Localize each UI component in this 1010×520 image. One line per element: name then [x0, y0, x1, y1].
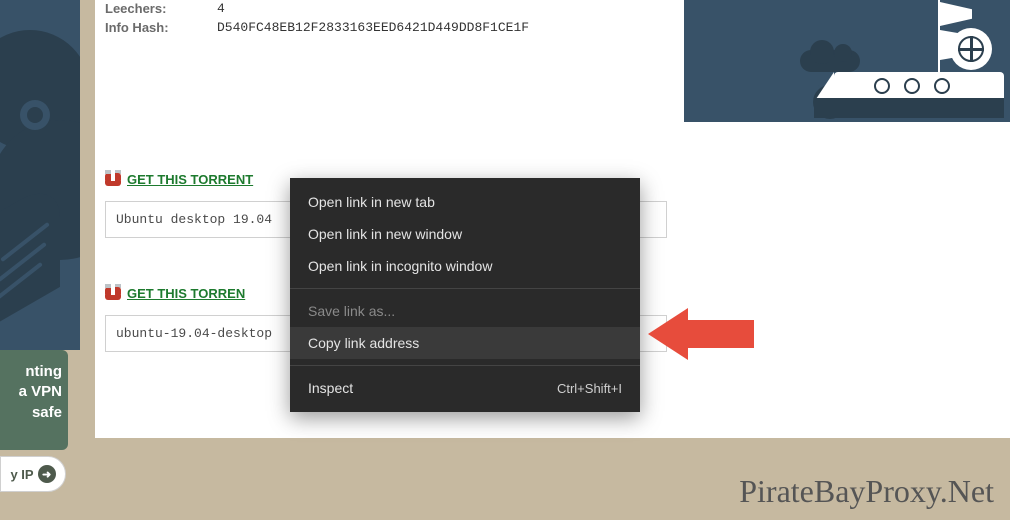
vpn-ad-card[interactable]: nting a VPN safe [0, 350, 68, 450]
arrow-right-icon: ➜ [38, 465, 56, 483]
ctx-separator [290, 365, 640, 366]
ctx-inspect[interactable]: Inspect Ctrl+Shift+I [290, 372, 640, 404]
vpn-line2: a VPN [6, 382, 62, 402]
torrent-info-list: Leechers: 4 Info Hash: D540FC48EB12F2833… [105, 0, 529, 38]
ctx-label: Open link in new window [308, 226, 462, 242]
vpn-line1: nting [6, 362, 62, 382]
ctx-open-incognito[interactable]: Open link in incognito window [290, 250, 640, 282]
site-watermark: PirateBayProxy.Net [739, 473, 994, 510]
info-row-infohash: Info Hash: D540FC48EB12F2833163EED6421D4… [105, 19, 529, 38]
ctx-label: Copy link address [308, 335, 419, 351]
infohash-value: D540FC48EB12F2833163EED6421D449DD8F1CE1F [217, 19, 529, 38]
vpn-line3: safe [6, 403, 62, 423]
ctx-copy-link-address[interactable]: Copy link address [290, 327, 640, 359]
ip-button-label: y IP [10, 467, 33, 482]
infohash-label: Info Hash: [105, 19, 217, 38]
ctx-save-link-as: Save link as... [290, 295, 640, 327]
leechers-label: Leechers: [105, 0, 217, 19]
ship-ad-banner[interactable] [684, 0, 1010, 122]
cloud-icon [800, 50, 860, 72]
ctx-open-new-tab[interactable]: Open link in new tab [290, 186, 640, 218]
ctx-label: Save link as... [308, 303, 395, 319]
annotation-arrow [648, 308, 754, 360]
ctx-open-new-window[interactable]: Open link in new window [290, 218, 640, 250]
arrow-left-icon [648, 308, 688, 360]
leechers-value: 4 [217, 0, 225, 19]
get-torrent-label-1: GET THIS TORRENT [127, 172, 253, 187]
ship-sail-icon [938, 0, 940, 74]
magnet-icon [105, 287, 121, 301]
ctx-label: Open link in new tab [308, 194, 435, 210]
get-torrent-label-2: GET THIS TORREN [127, 286, 245, 301]
ctx-shortcut: Ctrl+Shift+I [557, 381, 622, 396]
left-sidebar: nting a VPN safe y IP ➜ [0, 0, 80, 520]
magnet-icon [105, 173, 121, 187]
sea-monster-art [0, 0, 80, 350]
ctx-label: Inspect [308, 380, 353, 396]
ctx-label: Open link in incognito window [308, 258, 492, 274]
info-row-leechers: Leechers: 4 [105, 0, 529, 19]
hide-ip-button[interactable]: y IP ➜ [0, 456, 66, 492]
context-menu: Open link in new tab Open link in new wi… [290, 178, 640, 412]
ctx-separator [290, 288, 640, 289]
